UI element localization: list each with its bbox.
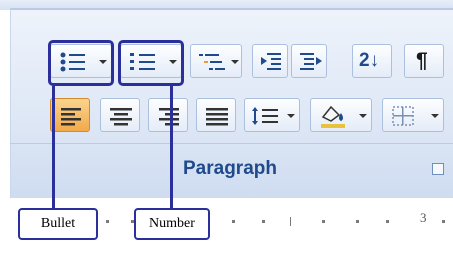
bullets-leader-line [52,86,55,210]
align-right-button[interactable] [148,98,188,132]
increase-indent-button[interactable] [291,44,327,78]
paragraph-group-label: Paragraph [183,158,277,179]
center-icon [110,108,132,126]
number-label: Number [134,208,210,240]
bullet-label: Bullet [18,208,98,240]
ruler-tick [322,220,325,223]
center-button[interactable] [100,98,140,132]
line-spacing-button[interactable] [244,98,300,132]
ruler-tick [386,220,389,223]
borders-button[interactable] [382,98,444,132]
align-right-icon [159,108,179,126]
ruler-number: 3 [420,210,427,225]
sort-button[interactable]: 2↓ [352,44,392,78]
line-spacing-icon [252,107,295,125]
ruler-tick [232,220,235,223]
shading-icon [321,105,367,128]
align-left-button[interactable] [50,98,90,132]
decrease-indent-icon [261,53,281,70]
justify-icon [206,108,228,126]
ruler-tick [442,220,445,223]
dialog-launcher-icon[interactable] [432,163,444,175]
numbering-callout-frame [118,40,184,86]
bullets-callout-frame [48,40,114,86]
ruler-tick [356,220,359,223]
shading-button[interactable] [310,98,372,132]
decrease-indent-button[interactable] [252,44,288,78]
show-formatting-marks-button[interactable]: ¶ [404,44,444,78]
group-separator [10,143,453,144]
justify-button[interactable] [196,98,236,132]
align-left-icon [61,108,81,126]
ruler-tick [290,217,291,226]
multilevel-list-button[interactable] [190,44,242,78]
ruler-tick [106,220,109,223]
ruler-tick [262,220,265,223]
pilcrow-icon: ¶ [416,49,428,72]
numbering-leader-line [170,86,173,210]
increase-indent-icon [300,53,322,70]
sort-icon: 2↓ [359,50,380,71]
borders-icon [392,106,439,126]
multilevel-list-icon [199,54,239,70]
